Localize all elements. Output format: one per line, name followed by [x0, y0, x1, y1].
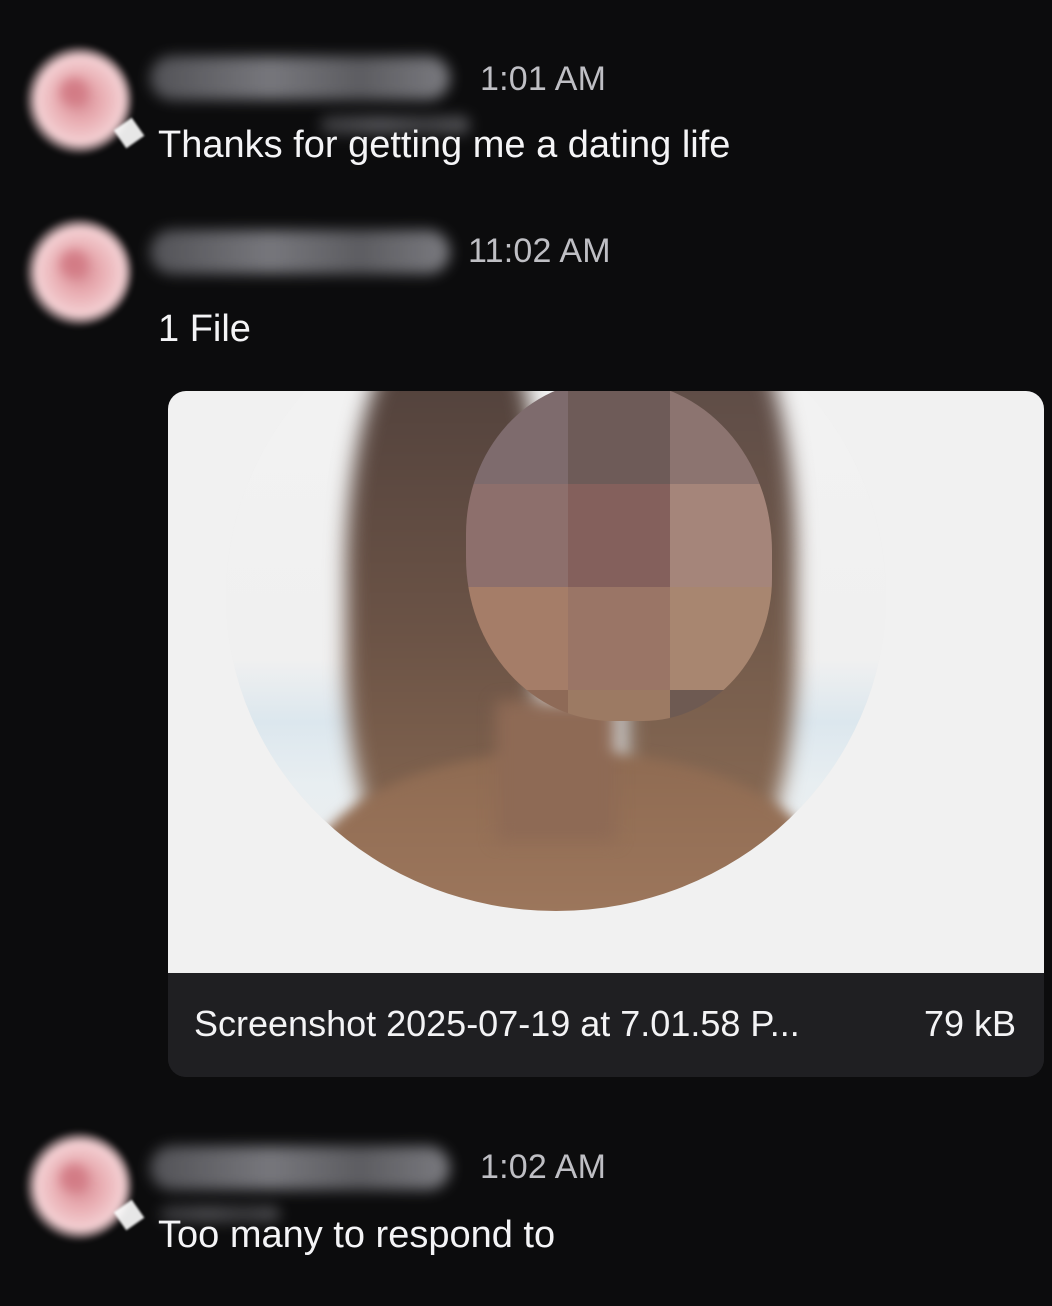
redacted-portrait-image — [226, 391, 886, 911]
message-1: 1:01 AM Thanks for getting me a dating l… — [0, 0, 1052, 190]
file-size: 79 kB — [923, 1003, 1016, 1044]
avatar[interactable] — [24, 1132, 132, 1240]
file-attachment[interactable]: Screenshot 2025-07-19 at 7.01.58 P... 79… — [168, 391, 1044, 1077]
image-preview[interactable] — [168, 391, 1044, 973]
sender-name-redacted[interactable] — [150, 56, 450, 100]
message-text: Too many to respond to — [158, 1214, 556, 1256]
message-3: 1:02 AM Too many to respond to — [0, 1110, 1052, 1306]
pixelated-face — [466, 391, 772, 721]
avatar[interactable] — [24, 46, 132, 154]
file-name[interactable]: Screenshot 2025-07-19 at 7.01.58 P... — [194, 1003, 800, 1045]
message-timestamp: 1:01 AM — [480, 60, 607, 98]
message-text: 1 File — [158, 308, 251, 350]
image-neck — [496, 701, 616, 841]
avatar-image — [60, 250, 88, 278]
message-text: Thanks for getting me a dating life — [158, 124, 731, 166]
sender-name-redacted[interactable] — [150, 1146, 450, 1190]
avatar[interactable] — [24, 218, 132, 326]
message-timestamp: 11:02 AM — [468, 232, 611, 270]
avatar-image — [60, 78, 88, 106]
file-info-bar[interactable]: Screenshot 2025-07-19 at 7.01.58 P... 79… — [168, 973, 1044, 1077]
avatar-image — [60, 1164, 88, 1192]
sender-name-redacted[interactable] — [150, 230, 450, 274]
message-timestamp: 1:02 AM — [480, 1148, 607, 1186]
